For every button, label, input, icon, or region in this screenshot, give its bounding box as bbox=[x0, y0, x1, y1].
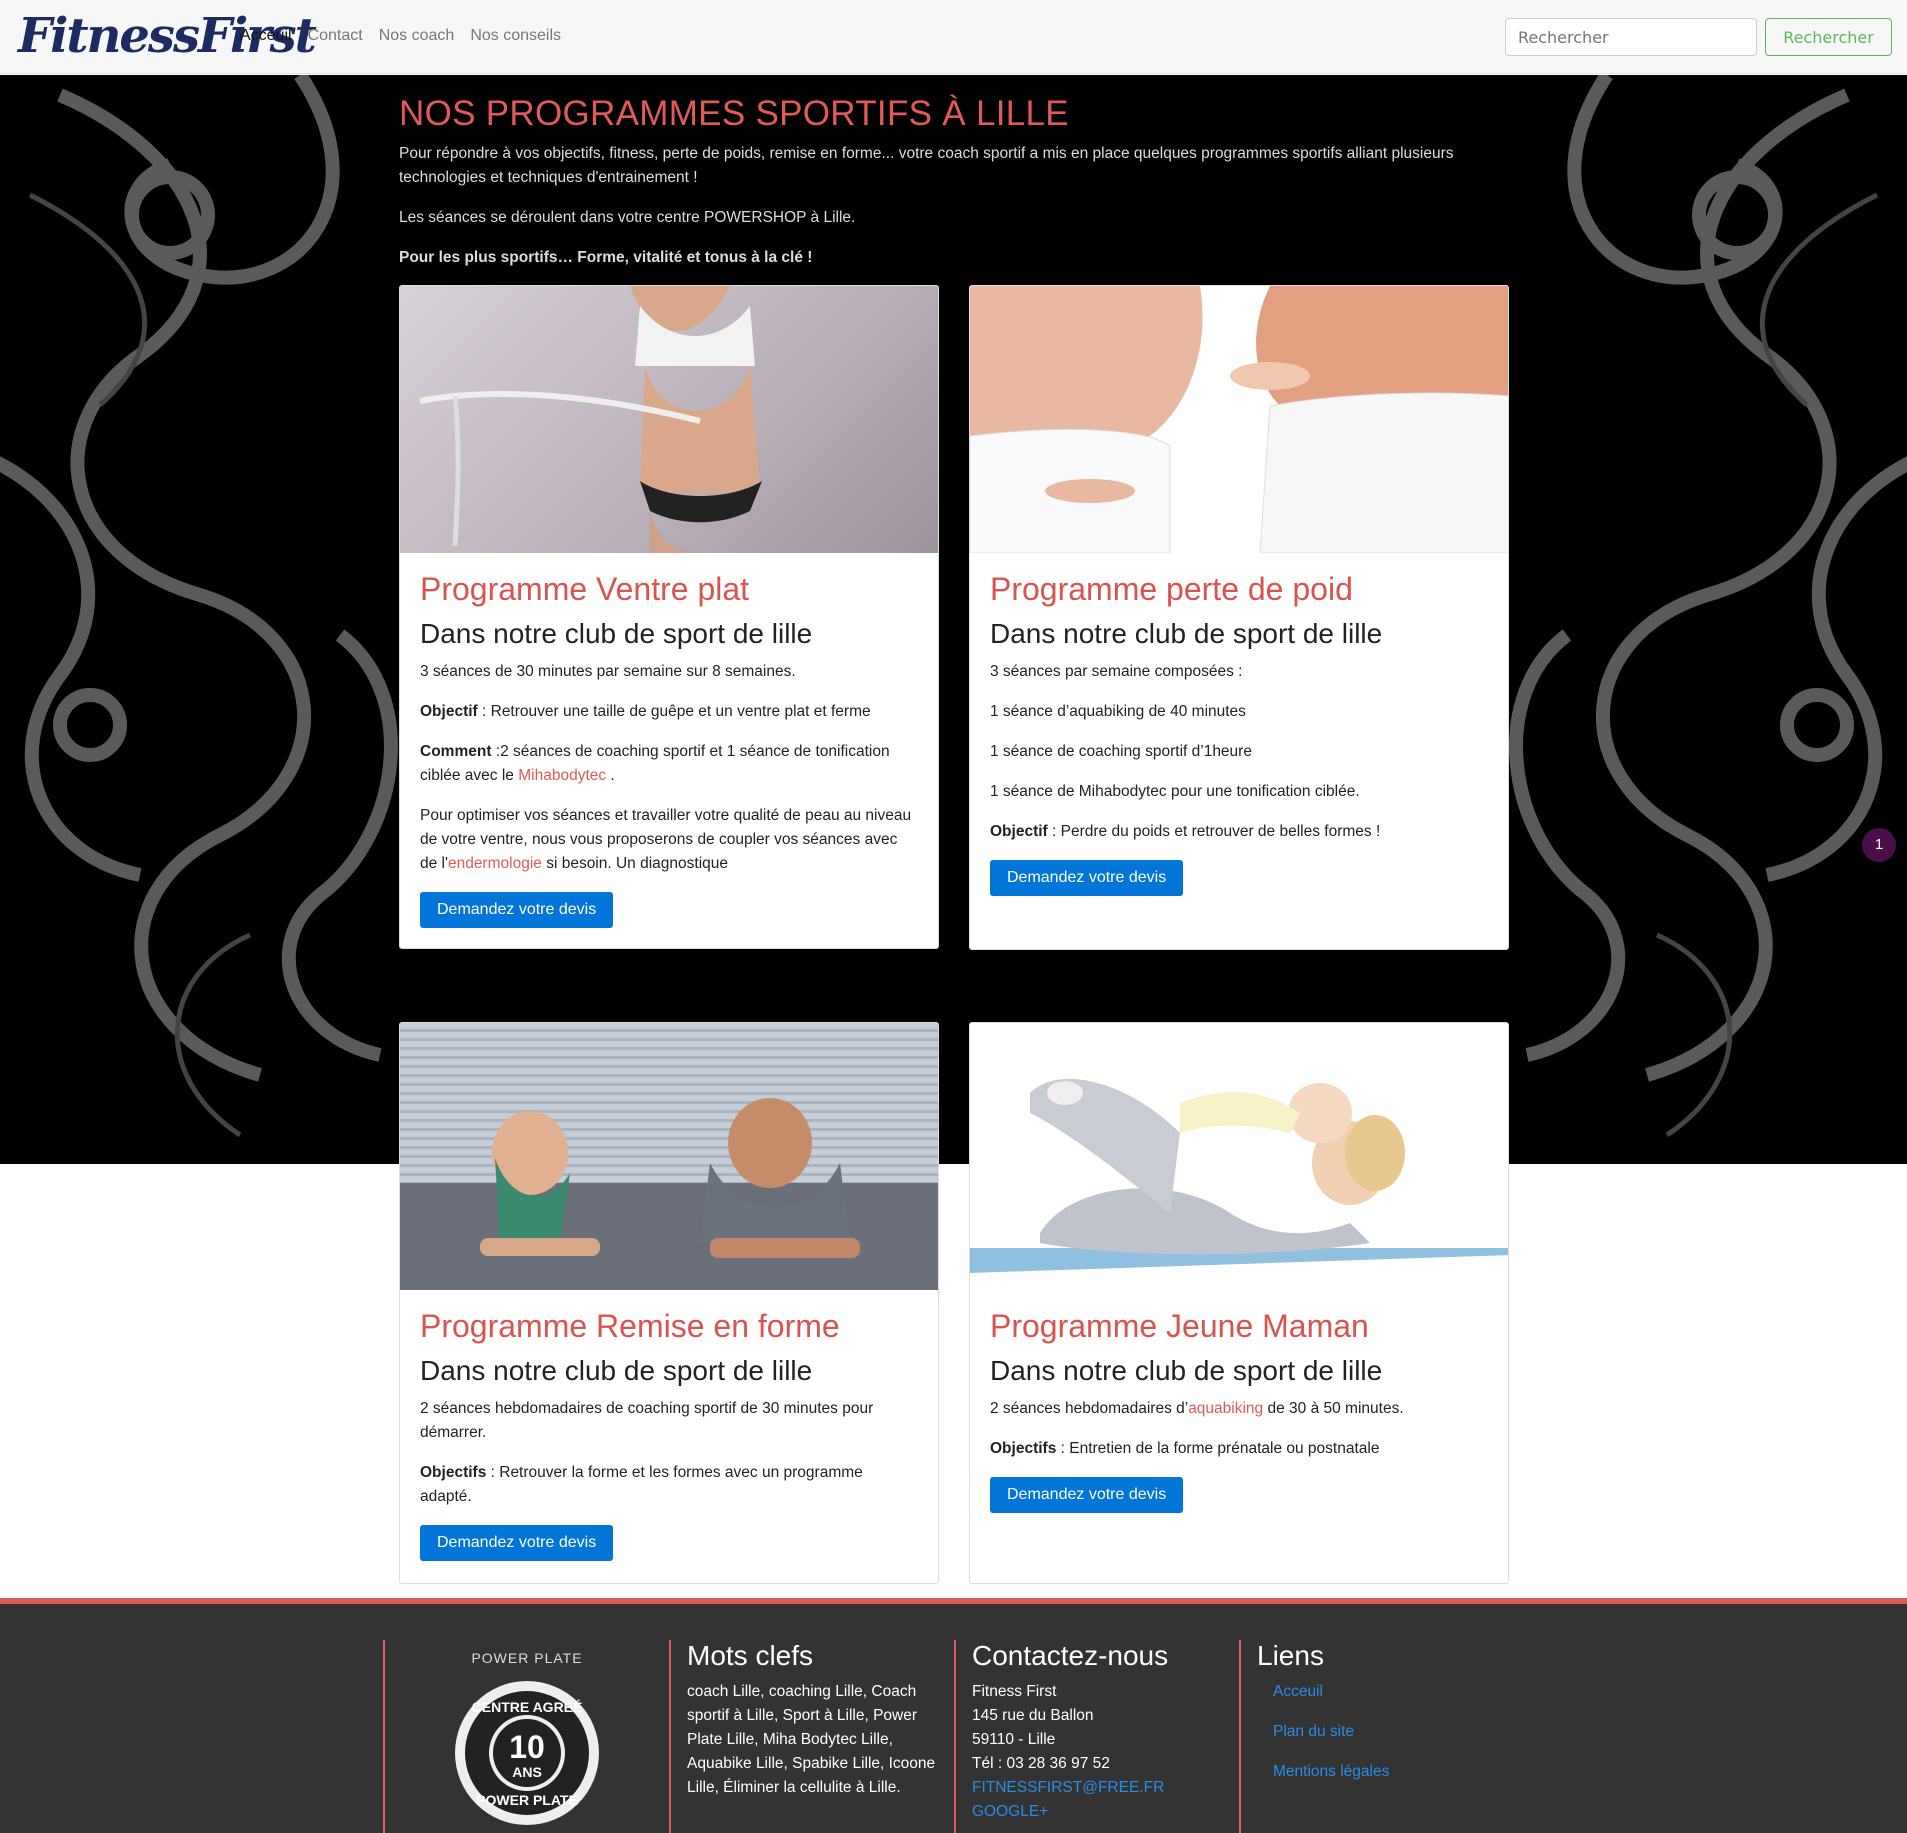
contact-line: 59110 - Lille bbox=[972, 1731, 1056, 1748]
perte-de-poid-image bbox=[970, 286, 1508, 553]
footer-contact-column: Contactez-nous Fitness First 145 rue du … bbox=[954, 1640, 1239, 1833]
objective-label: Objectif bbox=[420, 703, 478, 720]
card-text: 1 séance de coaching sportif d’1heure bbox=[990, 743, 1252, 760]
jeune-maman-image bbox=[970, 1023, 1508, 1290]
objective-label: Objectifs bbox=[420, 1464, 487, 1481]
page-title: NOS PROGRAMMES SPORTIFS À LILLE bbox=[399, 94, 1069, 133]
card-objective: Objectifs : Entretien de la forme prénat… bbox=[990, 1437, 1488, 1461]
ornament-right bbox=[1509, 75, 1907, 1138]
footer-link-acceuil[interactable]: Acceuil bbox=[1273, 1680, 1524, 1704]
search-input[interactable] bbox=[1505, 18, 1757, 56]
belly-comparison-illustration bbox=[970, 286, 1508, 553]
quote-button[interactable]: Demandez votre devis bbox=[990, 1477, 1184, 1513]
links-title: Liens bbox=[1257, 1640, 1324, 1671]
intro-paragraph-2: Les séances se déroulent dans votre cent… bbox=[399, 209, 856, 226]
card-ventre-plat: Programme Ventre plat Dans notre club de… bbox=[399, 285, 939, 949]
objective-text: : Perdre du poids et retrouver de belles… bbox=[1047, 823, 1381, 840]
contact-email-link[interactable]: FITNESSFIRST@FREE.FR bbox=[972, 1776, 1239, 1800]
card-subtitle: Dans notre club de sport de lille bbox=[990, 1355, 1383, 1386]
optimize-end: si besoin. Un diagnostique bbox=[541, 855, 729, 872]
endermologie-link[interactable]: endermologie bbox=[448, 855, 542, 872]
footer-keywords-column: Mots clefs coach Lille, coaching Lille, … bbox=[669, 1640, 954, 1833]
mihabodytec-link[interactable]: Mihabodytec bbox=[518, 767, 606, 784]
card-text: 3 séances de 30 minutes par semaine sur … bbox=[420, 663, 796, 680]
footer-badge-column: POWER PLATE CENTRE AGRÉÉ 10 ANS POWER PL… bbox=[383, 1640, 668, 1833]
sessions-start: 2 séances hebdomadaires d’ bbox=[990, 1400, 1189, 1417]
footer: POWER PLATE CENTRE AGRÉÉ 10 ANS POWER PL… bbox=[0, 1598, 1907, 1833]
sessions-end: de 30 à 50 minutes. bbox=[1263, 1400, 1404, 1417]
keywords-title: Mots clefs bbox=[687, 1640, 814, 1671]
intro-section: NOS PROGRAMMES SPORTIFS À LILLE Pour rép… bbox=[399, 94, 1509, 286]
card-title: Programme Jeune Maman bbox=[990, 1308, 1369, 1344]
contact-line: 145 rue du Ballon bbox=[972, 1707, 1094, 1724]
badge-unit: ANS bbox=[512, 1764, 542, 1780]
comment-text: :2 séances de coaching sportif et 1 séan… bbox=[420, 743, 890, 784]
search-button[interactable]: Rechercher bbox=[1765, 18, 1892, 56]
couple-plank-illustration bbox=[400, 1098, 938, 1290]
card-optimize-text: Pour optimiser vos séances et travailler… bbox=[420, 804, 918, 876]
nav-link-nos-conseils[interactable]: Nos conseils bbox=[470, 27, 561, 45]
badge-bottom-text: POWER PLATE bbox=[476, 1792, 578, 1808]
power-plate-badge-logo: POWER PLATE CENTRE AGRÉÉ 10 ANS POWER PL… bbox=[455, 1650, 599, 1825]
card-text: 1 séance d’aquabiking de 40 minutes bbox=[990, 703, 1246, 720]
nav-link-nos-coach[interactable]: Nos coach bbox=[379, 27, 455, 45]
intro-paragraph-3: Pour les plus sportifs… Forme, vitalité … bbox=[399, 249, 813, 266]
card-remise-en-forme: Programme Remise en forme Dans notre clu… bbox=[399, 1022, 939, 1584]
footer-link-plan-du-site[interactable]: Plan du site bbox=[1273, 1720, 1524, 1744]
card-objective: Objectif : Retrouver une taille de guêpe… bbox=[420, 700, 918, 724]
quote-button[interactable]: Demandez votre devis bbox=[990, 860, 1184, 896]
card-text: 2 séances hebdomadaires d’aquabiking de … bbox=[990, 1397, 1488, 1421]
navbar: FitnessFirst Acceuil Contact Nos coach N… bbox=[0, 0, 1907, 74]
floating-notification-badge[interactable]: 1 bbox=[1862, 828, 1896, 862]
badge-number: 10 bbox=[509, 1729, 545, 1765]
card-objective: Objectifs : Retrouver la forme et les fo… bbox=[420, 1461, 918, 1509]
card-objective: Objectif : Perdre du poids et retrouver … bbox=[990, 820, 1488, 844]
card-subtitle: Dans notre club de sport de lille bbox=[420, 618, 813, 649]
contact-line: Tél : 03 28 36 97 52 bbox=[972, 1755, 1110, 1772]
aquabiking-link[interactable]: aquabiking bbox=[1188, 1400, 1263, 1417]
objective-text: : Entretien de la forme prénatale ou pos… bbox=[1056, 1440, 1380, 1457]
card-subtitle: Dans notre club de sport de lille bbox=[990, 618, 1383, 649]
quote-button[interactable]: Demandez votre devis bbox=[420, 892, 614, 928]
card-comment: Comment :2 séances de coaching sportif e… bbox=[420, 740, 918, 788]
nav-links: Acceuil Contact Nos coach Nos conseils bbox=[240, 27, 561, 45]
card-text: 2 séances hebdomadaires de coaching spor… bbox=[420, 1400, 874, 1441]
quote-button[interactable]: Demandez votre devis bbox=[420, 1525, 614, 1561]
badge-top-text: CENTRE AGRÉÉ bbox=[472, 1699, 583, 1715]
nav-link-contact[interactable]: Contact bbox=[308, 27, 363, 45]
contact-line: Fitness First bbox=[972, 1683, 1057, 1700]
intro-paragraph-1: Pour répondre à vos objectifs, fitness, … bbox=[399, 145, 1454, 186]
card-title: Programme perte de poid bbox=[990, 571, 1353, 607]
comment-label: Comment bbox=[420, 743, 492, 760]
card-text: 3 séances par semaine composées : bbox=[990, 663, 1243, 680]
mother-baby-yoga-illustration bbox=[970, 1078, 1508, 1273]
card-jeune-maman: Programme Jeune Maman Dans notre club de… bbox=[969, 1022, 1509, 1584]
comment-end: . bbox=[606, 767, 615, 784]
card-subtitle: Dans notre club de sport de lille bbox=[420, 1355, 813, 1386]
footer-links-column: Liens Acceuil Plan du site Mentions léga… bbox=[1239, 1640, 1524, 1833]
objective-text: : Retrouver une taille de guêpe et un ve… bbox=[477, 703, 871, 720]
card-title: Programme Ventre plat bbox=[420, 571, 750, 607]
badge-brand: POWER PLATE bbox=[471, 1650, 582, 1666]
objective-label: Objectifs bbox=[990, 1440, 1057, 1457]
ornament-left bbox=[0, 75, 398, 1138]
keywords-text: coach Lille, coaching Lille, Coach sport… bbox=[687, 1683, 936, 1796]
card-perte-de-poid: Programme perte de poid Dans notre club … bbox=[969, 285, 1509, 950]
objective-text: : Retrouver la forme et les formes avec … bbox=[420, 1464, 863, 1505]
objective-label: Objectif bbox=[990, 823, 1048, 840]
card-text: 1 séance de Mihabodytec pour une tonific… bbox=[990, 783, 1360, 800]
ventre-plat-image bbox=[400, 286, 938, 553]
footer-link-mentions-legales[interactable]: Mentions légales bbox=[1273, 1760, 1524, 1784]
woman-measuring-waist-illustration bbox=[419, 286, 762, 553]
google-plus-link[interactable]: GOOGLE+ bbox=[972, 1800, 1239, 1824]
contact-title: Contactez-nous bbox=[972, 1640, 1169, 1671]
card-title: Programme Remise en forme bbox=[420, 1308, 840, 1344]
nav-link-acceuil[interactable]: Acceuil bbox=[240, 27, 292, 45]
remise-en-forme-image bbox=[400, 1023, 938, 1290]
